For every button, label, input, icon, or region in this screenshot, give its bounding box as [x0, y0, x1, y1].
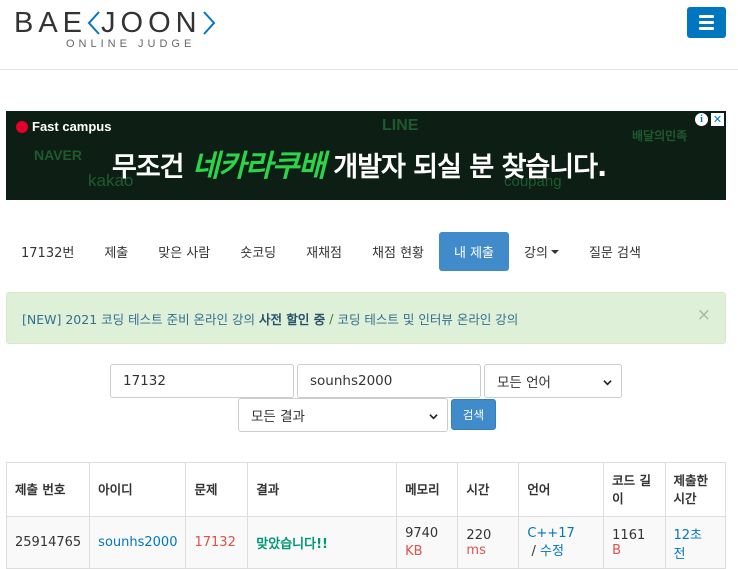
- logo-bracket-right-icon: [202, 10, 216, 36]
- code-length-value: 1161: [612, 527, 646, 543]
- tab-short-coding[interactable]: 숏코딩: [225, 232, 291, 271]
- col-submitted-time: 제출한 시간: [664, 462, 726, 517]
- ad-logo-baemin: 배달의민족: [632, 129, 688, 143]
- tab-status[interactable]: 채점 현황: [357, 232, 439, 271]
- tab-rejudge[interactable]: 재채점: [291, 232, 357, 271]
- problem-link[interactable]: 17132: [194, 535, 235, 550]
- notice-text: [NEW] 2021 코딩 테스트 준비 온라인 강의: [22, 311, 259, 327]
- col-result: 결과: [247, 462, 398, 517]
- notice-link-interview[interactable]: 코딩 테스트 및 인터뷰 온라인 강의: [337, 309, 518, 328]
- ad-info-icon[interactable]: i: [695, 113, 708, 126]
- user-link[interactable]: sounhs2000: [98, 535, 177, 550]
- time-value: 220: [466, 527, 492, 543]
- ad-brand-label: Fast campus: [32, 119, 112, 134]
- language-select-value: 모든 언어: [497, 375, 551, 391]
- cell-memory: 9740 KB: [396, 516, 459, 569]
- language-separator: /: [527, 543, 540, 559]
- table-header-row: 제출 번호 아이디 문제 결과 메모리 시간 언어 코드 길이 제출한 시간: [5, 462, 726, 517]
- cell-time: 220 ms: [457, 516, 520, 569]
- cell-submitted-time: 12초 전: [664, 516, 726, 569]
- logo-subtitle: ONLINE JUDGE: [66, 38, 196, 50]
- cell-language: C++17 / 수정: [518, 516, 605, 569]
- logo-text-right: JOON: [101, 7, 202, 39]
- time-unit: ms: [466, 542, 486, 558]
- tab-question-search[interactable]: 질문 검색: [574, 232, 656, 271]
- cell-result: 맞았습니다!!: [247, 516, 398, 569]
- result-accepted-label: 맞았습니다!!: [256, 537, 328, 552]
- notice-separator: /: [329, 310, 334, 326]
- result-select[interactable]: 모든 결과: [238, 398, 448, 432]
- tab-accepted-users[interactable]: 맞은 사람: [143, 232, 225, 271]
- hamburger-menu-button[interactable]: [687, 7, 726, 38]
- ad-close-icon[interactable]: ✕: [711, 113, 724, 126]
- language-link[interactable]: C++17: [527, 526, 574, 541]
- ad-brand: Fast campus: [16, 119, 111, 134]
- ad-headline-post: 개발자 되실 분 찾습니다.: [333, 152, 607, 183]
- memory-unit: KB: [405, 543, 423, 559]
- ad-headline: 무조건 네카라쿠배 개발자 되실 분 찾습니다.: [112, 141, 607, 185]
- edit-link[interactable]: 수정: [540, 544, 564, 559]
- problem-id-input[interactable]: 17132: [110, 364, 294, 398]
- memory-value: 9740: [405, 525, 439, 541]
- baekjoon-logo[interactable]: BAE JOON ONLINE JUDGE: [14, 6, 216, 50]
- col-problem: 문제: [185, 462, 249, 517]
- tab-problem-number[interactable]: 17132번: [6, 232, 89, 271]
- logo-text-left: BAE: [14, 7, 88, 39]
- chevron-down-icon: [429, 414, 438, 420]
- col-user: 아이디: [89, 462, 187, 517]
- tab-lectures-label: 강의: [524, 246, 548, 261]
- cell-user: sounhs2000: [89, 516, 187, 569]
- user-id-input[interactable]: sounhs2000: [297, 364, 481, 398]
- result-select-value: 모든 결과: [251, 409, 305, 425]
- code-length-unit: B: [612, 542, 622, 558]
- ad-banner[interactable]: Fast campus NAVER kakao LINE coupang 배달의…: [6, 111, 726, 200]
- notice-close-icon[interactable]: ×: [697, 305, 711, 325]
- col-memory: 메모리: [396, 462, 459, 517]
- cell-code-length: 1161 B: [603, 516, 666, 569]
- notice-alert: [NEW] 2021 코딩 테스트 준비 온라인 강의 사전 할인 중 / 코딩…: [6, 292, 726, 344]
- tab-submit[interactable]: 제출: [89, 232, 143, 271]
- col-submission-id: 제출 번호: [5, 462, 91, 517]
- search-button[interactable]: 검색: [451, 399, 496, 430]
- hamburger-icon-bar: [699, 27, 714, 30]
- logo-bracket-left-icon: [87, 10, 101, 36]
- notice-discount-text: 사전 할인 중: [259, 311, 326, 327]
- submission-table: 제출 번호 아이디 문제 결과 메모리 시간 언어 코드 길이 제출한 시간 2…: [5, 462, 726, 569]
- chevron-down-icon: [603, 380, 612, 386]
- ad-headline-pre: 무조건: [112, 152, 185, 183]
- col-language: 언어: [518, 462, 605, 517]
- hamburger-icon-bar: [699, 15, 714, 18]
- site-header: BAE JOON ONLINE JUDGE: [0, 0, 738, 70]
- ad-logo-line: LINE: [382, 117, 419, 134]
- col-code-length: 코드 길이: [603, 462, 666, 517]
- language-select[interactable]: 모든 언어: [484, 364, 622, 398]
- table-row: 25914765 sounhs2000 17132 맞았습니다!! 9740 K…: [5, 516, 726, 569]
- logo-wordmark: BAE JOON: [14, 6, 216, 40]
- submitted-time-link[interactable]: 12초 전: [674, 528, 703, 562]
- col-time: 시간: [457, 462, 520, 517]
- ad-logo-naver: NAVER: [34, 147, 82, 163]
- notice-link-course[interactable]: [NEW] 2021 코딩 테스트 준비 온라인 강의 사전 할인 중: [22, 309, 325, 328]
- tab-lectures[interactable]: 강의: [509, 232, 574, 271]
- fastcampus-logo-icon: [16, 120, 28, 133]
- ad-headline-highlight: 네카라쿠배: [191, 149, 326, 184]
- caret-down-icon: [550, 249, 559, 254]
- problem-tabs: 17132번 제출 맞은 사람 숏코딩 재채점 채점 현황 내 제출 강의 질문…: [6, 232, 656, 271]
- hamburger-icon-bar: [699, 21, 714, 24]
- cell-problem: 17132: [185, 516, 249, 569]
- tab-my-submissions[interactable]: 내 제출: [439, 232, 510, 271]
- cell-submission-id: 25914765: [5, 516, 91, 569]
